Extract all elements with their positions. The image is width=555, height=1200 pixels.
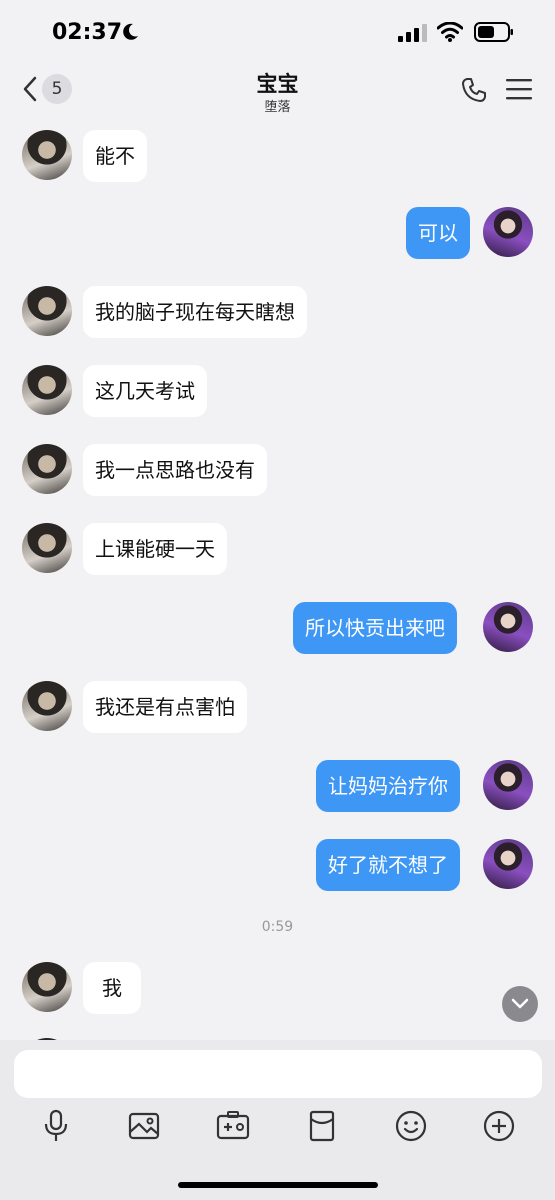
camera-icon[interactable]	[213, 1106, 253, 1146]
message-bubble-outgoing[interactable]: 可以	[406, 207, 470, 259]
avatar[interactable]	[22, 444, 72, 494]
avatar[interactable]	[22, 286, 72, 336]
message-bubble-incoming[interactable]: 我一点思路也没有	[83, 444, 267, 496]
avatar[interactable]	[483, 839, 533, 889]
message-bubble-incoming[interactable]: 上课能硬一天	[83, 523, 227, 575]
message-bubble-incoming[interactable]: 能不	[83, 130, 147, 182]
message-bubble-incoming[interactable]: 这几天考试	[83, 365, 207, 417]
message-input[interactable]	[14, 1050, 542, 1098]
message-bubble-outgoing[interactable]: 让妈妈治疗你	[316, 760, 460, 812]
avatar[interactable]	[22, 523, 72, 573]
message-bubble-outgoing[interactable]: 好了就不想了	[316, 839, 460, 891]
time-separator: 0:59	[261, 919, 294, 935]
signal-icon	[398, 24, 427, 42]
message-bubble-incoming[interactable]: 我还是有点害怕	[83, 681, 247, 733]
message-bubble-incoming[interactable]: 我	[83, 962, 141, 1014]
red-packet-icon[interactable]	[302, 1106, 342, 1146]
avatar[interactable]	[483, 207, 533, 257]
status-time: 02:37	[52, 20, 123, 45]
image-icon[interactable]	[124, 1106, 164, 1146]
microphone-icon[interactable]	[36, 1106, 76, 1146]
chat-screen: 02:37 5 宝宝 堕落 能不 可以 我的脑子现在每天瞎想 这几天考试 我一点…	[0, 0, 555, 1200]
wifi-icon	[437, 22, 463, 42]
moon-icon	[123, 23, 138, 40]
home-indicator	[178, 1182, 378, 1188]
message-list[interactable]: 能不 可以 我的脑子现在每天瞎想 这几天考试 我一点思路也没有 上课能硬一天 所…	[0, 118, 555, 1040]
avatar[interactable]	[22, 681, 72, 731]
emoji-icon[interactable]	[391, 1106, 431, 1146]
phone-icon[interactable]	[460, 76, 488, 104]
status-bar: 02:37	[0, 0, 555, 62]
scroll-to-bottom-button[interactable]	[502, 986, 538, 1022]
menu-icon[interactable]	[506, 78, 532, 100]
avatar[interactable]	[22, 962, 72, 1012]
message-bubble-incoming[interactable]: 我的脑子现在每天瞎想	[83, 286, 307, 338]
chevron-down-icon	[511, 998, 529, 1009]
avatar[interactable]	[22, 130, 72, 180]
battery-icon	[474, 22, 513, 42]
input-area	[0, 1040, 555, 1200]
message-bubble-outgoing[interactable]: 所以快贡出来吧	[293, 602, 457, 654]
avatar[interactable]	[22, 365, 72, 415]
nav-bar: 5 宝宝 堕落	[0, 62, 555, 118]
avatar[interactable]	[483, 760, 533, 810]
plus-icon[interactable]	[479, 1106, 519, 1146]
avatar[interactable]	[483, 602, 533, 652]
